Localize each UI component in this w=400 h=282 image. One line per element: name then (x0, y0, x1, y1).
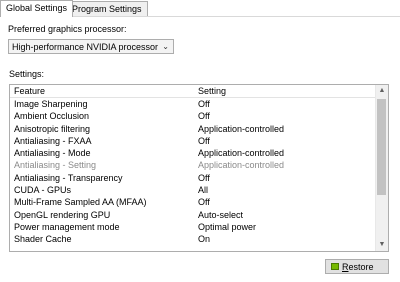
restore-button[interactable]: Restore (325, 259, 389, 274)
preferred-gpu-value: High-performance NVIDIA processor (12, 42, 159, 52)
setting-cell: Application-controlled (198, 160, 285, 171)
nvidia-shield-icon (331, 263, 339, 270)
column-header-feature[interactable]: Feature (14, 85, 45, 97)
feature-cell: CUDA - GPUs (14, 185, 72, 196)
table-row[interactable]: CUDA - GPUs All (10, 184, 377, 196)
scroll-up-icon[interactable]: ▲ (376, 85, 388, 97)
settings-table: Feature Setting Image Sharpening Off Ambi… (9, 84, 389, 252)
feature-cell: Image Sharpening (14, 99, 88, 109)
table-row[interactable]: Anisotropic filtering Application-control… (10, 123, 377, 135)
table-row[interactable]: Power management mode Optimal power (10, 221, 377, 233)
settings-tabs: Global Settings Program Settings (0, 0, 400, 17)
setting-cell: On (198, 234, 211, 245)
tab-global-settings[interactable]: Global Settings (0, 0, 74, 17)
feature-cell: Multi-Frame Sampled AA (MFAA) (14, 197, 147, 208)
settings-rows: Image Sharpening Off Ambient Occlusion Off… (10, 98, 377, 246)
setting-cell: Application-controlled (198, 123, 285, 134)
setting-cell: Off (198, 197, 210, 208)
tab-program-settings[interactable]: Program Settings (66, 1, 148, 16)
setting-cell: Optimal power (198, 221, 257, 232)
scrollbar-thumb[interactable] (377, 99, 386, 195)
feature-cell: Anisotropic filtering (14, 123, 91, 134)
preferred-gpu-dropdown[interactable]: High-performance NVIDIA processor ⌄ (8, 39, 174, 54)
chevron-down-icon: ⌄ (162, 42, 169, 51)
settings-label: Settings: (9, 69, 45, 79)
table-row[interactable]: Antialiasing - Setting Application-contro… (10, 159, 377, 171)
feature-cell: Power management mode (14, 221, 120, 232)
feature-cell: Antialiasing - Transparency (14, 172, 123, 183)
table-row[interactable]: Shader Cache On (10, 233, 377, 245)
setting-cell: Off (198, 99, 210, 109)
feature-cell: OpenGL rendering GPU (14, 209, 111, 220)
setting-cell: Auto-select (198, 209, 244, 220)
table-row[interactable]: Antialiasing - FXAA Off (10, 135, 377, 147)
setting-cell: Off (198, 172, 210, 183)
table-row[interactable]: Ambient Occlusion Off (10, 110, 377, 122)
feature-cell: Shader Cache (14, 234, 72, 245)
table-row[interactable]: Antialiasing - Transparency Off (10, 172, 377, 184)
setting-cell: Off (198, 135, 210, 146)
restore-button-label: Restore (342, 262, 374, 272)
column-header-setting[interactable]: Setting (198, 85, 226, 97)
scroll-down-icon[interactable]: ▼ (376, 239, 388, 251)
feature-cell: Antialiasing - Mode (14, 148, 91, 159)
feature-cell: Antialiasing - Setting (14, 160, 97, 171)
table-row[interactable]: Multi-Frame Sampled AA (MFAA) Off (10, 196, 377, 208)
table-header: Feature Setting (10, 85, 377, 98)
setting-cell: All (198, 185, 209, 196)
table-row[interactable]: OpenGL rendering GPU Auto-select (10, 209, 377, 221)
vertical-scrollbar[interactable]: ▲ ▼ (375, 85, 388, 251)
preferred-gpu-label: Preferred graphics processor: (8, 24, 127, 34)
table-row[interactable]: Image Sharpening Off (10, 98, 377, 110)
feature-cell: Antialiasing - FXAA (14, 135, 92, 146)
table-row[interactable]: Antialiasing - Mode Application-controlle… (10, 147, 377, 159)
setting-cell: Off (198, 111, 210, 122)
feature-cell: Ambient Occlusion (14, 111, 90, 122)
setting-cell: Application-controlled (198, 148, 285, 159)
